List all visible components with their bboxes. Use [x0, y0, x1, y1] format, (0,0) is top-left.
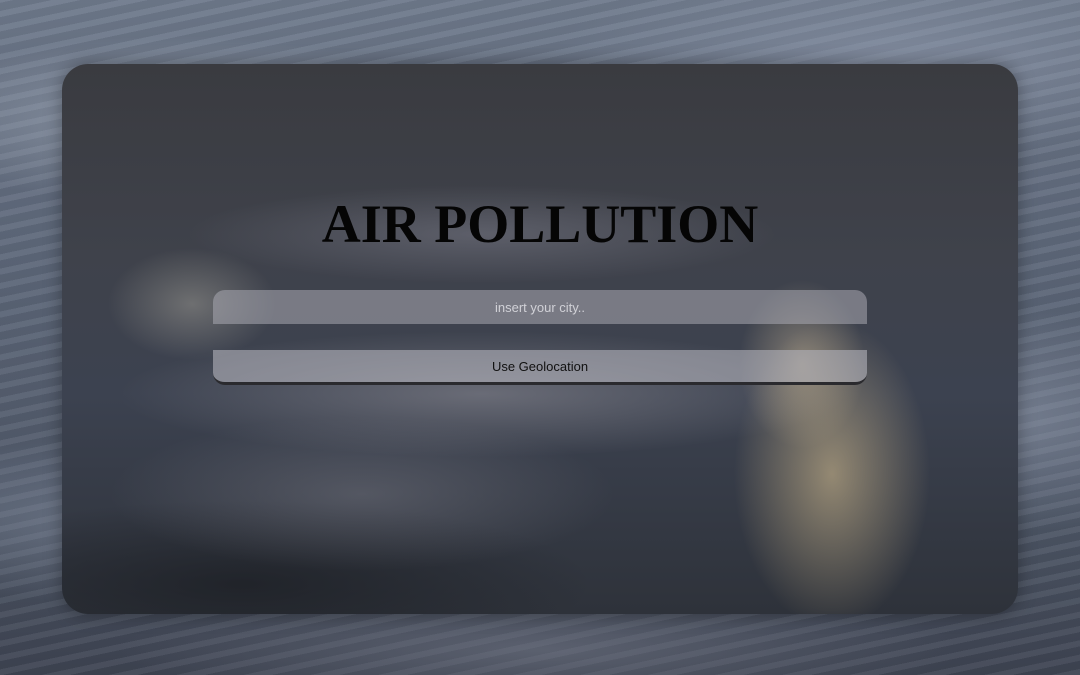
frosted-glass-card: AIR POLLUTION — [62, 64, 1018, 614]
use-geolocation-button[interactable]: Use Geolocation — [213, 350, 867, 385]
city-search-input[interactable] — [213, 290, 867, 324]
page-title: AIR POLLUTION — [321, 194, 759, 254]
